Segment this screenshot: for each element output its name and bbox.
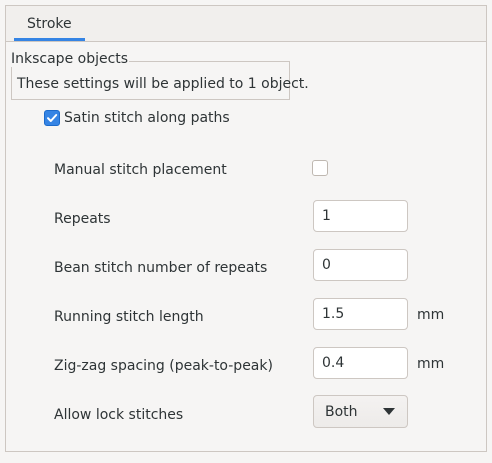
params-window: Stroke Inkscape objects These settings w… (0, 0, 492, 463)
repeats-input[interactable] (313, 200, 408, 232)
running-stitch-length-label: Running stitch length (54, 309, 204, 325)
running-stitch-unit: mm (417, 307, 445, 323)
stroke-tab-page: Inkscape objects These settings will be … (5, 41, 487, 452)
dropdown-arrow-icon (383, 408, 395, 415)
lock-stitches-value: Both (325, 403, 358, 420)
tab-stroke[interactable]: Stroke (14, 6, 85, 41)
zigzag-spacing-label: Zig-zag spacing (peak-to-peak) (54, 358, 273, 374)
manual-stitch-label: Manual stitch placement (54, 162, 227, 178)
frame-title: Inkscape objects (10, 51, 130, 67)
running-stitch-length-input[interactable] (313, 298, 408, 330)
satin-stitch-toggle[interactable]: Satin stitch along paths (44, 108, 230, 128)
bean-stitch-input[interactable] (313, 249, 408, 281)
frame-message: These settings will be applied to 1 obje… (17, 76, 309, 92)
checkmark-icon (47, 114, 58, 122)
manual-stitch-checkbox[interactable] (312, 160, 328, 176)
repeats-label: Repeats (54, 211, 111, 227)
satin-stitch-label: Satin stitch along paths (64, 110, 230, 126)
lock-stitches-label: Allow lock stitches (54, 407, 184, 423)
zigzag-spacing-input[interactable] (313, 347, 408, 379)
bean-stitch-label: Bean stitch number of repeats (54, 260, 268, 276)
satin-stitch-checkbox[interactable] (44, 110, 60, 126)
zigzag-spacing-unit: mm (417, 356, 445, 372)
lock-stitches-dropdown[interactable]: Both (313, 395, 408, 428)
tab-bar: Stroke (5, 5, 487, 41)
